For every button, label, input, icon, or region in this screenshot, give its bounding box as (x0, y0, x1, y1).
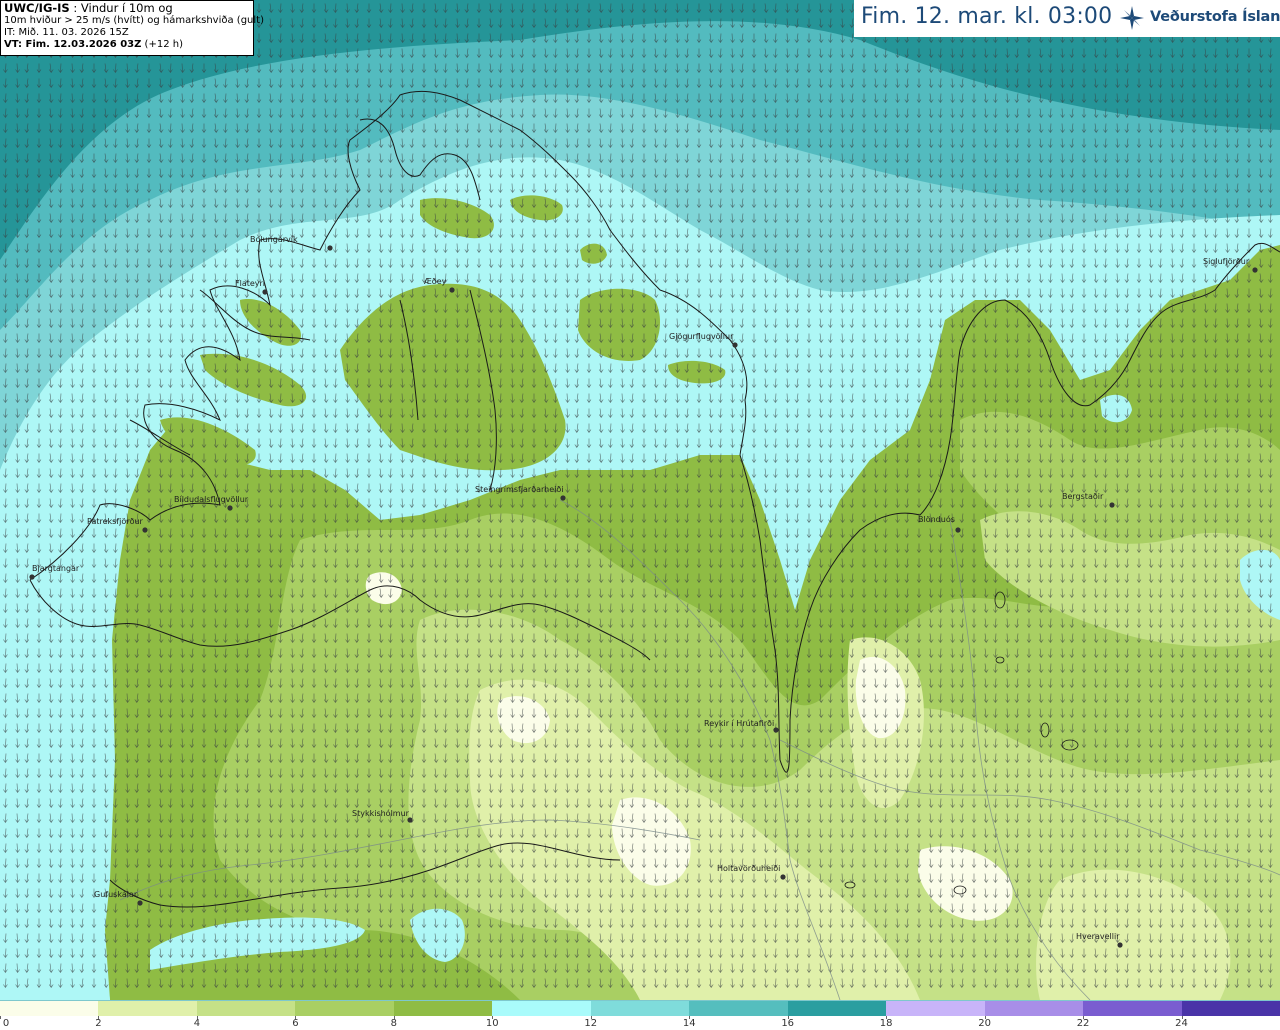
place-marker (1252, 267, 1258, 273)
colorbar-label: 10 (485, 1018, 499, 1029)
colorbar-segment (1181, 1001, 1280, 1016)
place-label: Bolungarvík (250, 235, 298, 244)
place-label: Æðey (424, 277, 447, 286)
initial-time: IT: Mið. 11. 03. 2026 15Z (4, 27, 129, 38)
colorbar-segment (295, 1001, 394, 1016)
valid-time-bold: VT: Fim. 12.03.2026 03Z (4, 39, 142, 50)
place-marker (29, 574, 35, 580)
colorbar-segment (0, 1001, 99, 1016)
place-marker (955, 527, 961, 533)
colorbar-segment (787, 1001, 887, 1016)
place-marker (732, 342, 738, 348)
model-name: UWC/IG-IS (4, 1, 70, 15)
valid-time-line: VT: Fim. 12.03.2026 03Z (+12 h) (4, 39, 250, 51)
place-label: Bergstaðir (1062, 492, 1104, 501)
colorbar-segment (492, 1001, 591, 1016)
colorbar-label: 20 (978, 1018, 991, 1029)
colorbar-label: 2 (95, 1018, 102, 1029)
place-marker (780, 874, 786, 880)
place-label: Gufuskálar (94, 890, 138, 899)
place-marker (1109, 502, 1115, 508)
place-marker (262, 289, 268, 295)
place-marker (142, 527, 148, 533)
colorbar-segment (590, 1001, 690, 1016)
colorbar-segment (1083, 1001, 1182, 1016)
place-marker (407, 817, 413, 823)
info-line-2: 10m hviður > 25 m/s (hvítt) og hámarkshv… (4, 15, 264, 26)
colorbar-label: 6 (292, 1018, 299, 1029)
place-marker (449, 287, 455, 293)
colorbar-label: 14 (682, 1018, 696, 1029)
place-marker (327, 245, 333, 251)
title-bar: Fim. 12. mar. kl. 03:00 Veðurstofa Íslan… (854, 0, 1280, 37)
place-label: Bjargtangar (32, 564, 80, 573)
info-line-1: UWC/IG-IS : Vindur í 10m og (4, 2, 250, 15)
place-label: Reykir í Hrútafirði (704, 719, 774, 728)
place-label: Gjögurflugvöllur (669, 332, 734, 341)
colorbar-label: 24 (1175, 1018, 1188, 1029)
colorbar-segment (984, 1001, 1084, 1016)
vedurstofa-logo-text: Veðurstofa Íslands (1150, 9, 1280, 25)
place-marker (1117, 942, 1123, 948)
colorbar-label: 8 (390, 1018, 398, 1029)
valid-time-title: Fim. 12. mar. kl. 03:00 (861, 4, 1113, 29)
place-label: Hveravellir (1076, 932, 1120, 941)
colorbar-label: 18 (879, 1018, 893, 1029)
place-marker (560, 495, 566, 501)
place-label: Patreksfjörður (87, 517, 144, 526)
colorbar-segment (196, 1001, 296, 1016)
colorbar-label: 16 (781, 1018, 795, 1029)
place-label: Blönduós (918, 514, 955, 524)
place-label: Siglufjörður (1203, 257, 1250, 266)
colorbar-label: 12 (584, 1018, 598, 1029)
wind-map: Bolungarvík Flateyri Æðey Gjögurflugvöllur S… (0, 0, 1280, 1000)
vedurstofa-logo-icon (1120, 6, 1144, 30)
place-marker (137, 900, 143, 906)
colorbar-segment (689, 1001, 788, 1016)
place-label: Bíldudalsflugvöllur (174, 495, 249, 504)
colorbar-label: 4 (193, 1018, 201, 1029)
wind-speed-colorbar: 0 2 4 6 8 10 12 14 16 18 20 22 24 (0, 1001, 1280, 1030)
colorbar-segment (393, 1001, 493, 1016)
colorbar-label: 22 (1076, 1018, 1090, 1029)
place-marker (773, 727, 779, 733)
colorbar-segment (886, 1001, 985, 1016)
place-label: Stykkishólmur (352, 808, 410, 818)
place-label: Flateyri (235, 279, 265, 288)
colorbar-segment (98, 1001, 197, 1016)
place-label: Steingrímsfjarðarheiði (475, 485, 564, 494)
forecast-offset: (+12 h) (141, 39, 183, 50)
place-label: Holtavörðuheiði (717, 864, 780, 873)
info-line-1-rest: : Vindur í 10m og (69, 1, 173, 15)
colorbar-label: 0 (2, 1018, 10, 1029)
place-marker (227, 505, 233, 511)
map-info-box: UWC/IG-IS : Vindur í 10m og 10m hviður >… (0, 0, 264, 56)
